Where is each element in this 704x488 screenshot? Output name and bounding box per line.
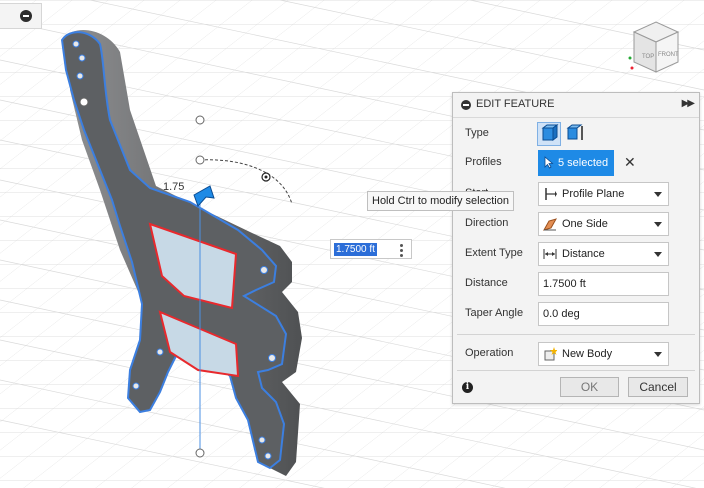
distance-icon — [543, 247, 557, 261]
distance-input[interactable]: 1.7500 ft — [538, 272, 669, 296]
chevron-down-icon — [654, 252, 662, 257]
row-type: Type — [453, 121, 699, 147]
direction-value: One Side — [562, 218, 608, 230]
row-distance: Distance 1.7500 ft — [453, 271, 699, 297]
dialog-header[interactable]: EDIT FEATURE ▶▶ — [453, 93, 699, 118]
ok-button[interactable]: OK — [560, 377, 619, 397]
row-taper-angle: Taper Angle 0.0 deg — [453, 301, 699, 327]
distance-label: Distance — [465, 277, 508, 289]
edit-feature-dialog: EDIT FEATURE ▶▶ Type Profiles 5 selected… — [452, 92, 700, 404]
chevron-down-icon — [654, 192, 662, 197]
profile-plane-icon — [543, 187, 557, 201]
new-body-icon — [543, 347, 558, 361]
viewcube-top-label: TOP — [642, 54, 654, 60]
profiles-count: 5 selected — [558, 157, 609, 169]
viewcube[interactable]: TOP FRONT — [622, 18, 692, 80]
direction-label: Direction — [465, 217, 509, 229]
start-dropdown[interactable]: Profile Plane — [538, 182, 669, 206]
divider — [457, 370, 695, 371]
extent-type-value: Distance — [562, 248, 605, 260]
expand-dialog-icon[interactable]: ▶▶ — [682, 98, 695, 109]
dialog-title: EDIT FEATURE — [476, 98, 555, 110]
clear-selection-icon[interactable]: ✕ — [624, 154, 636, 171]
cursor-icon — [544, 156, 554, 172]
row-profiles: Profiles 5 selected ✕ — [453, 150, 699, 176]
browser-panel-tab[interactable] — [0, 3, 42, 29]
dimension-label: 1.75 — [163, 181, 185, 193]
collapse-icon[interactable] — [20, 10, 32, 22]
extent-type-dropdown[interactable]: Distance — [538, 242, 669, 266]
row-extent-type: Extent Type Distance — [453, 241, 699, 267]
extrude-solid-icon[interactable] — [537, 122, 561, 146]
profiles-label: Profiles — [465, 156, 502, 168]
taper-angle-input[interactable]: 0.0 deg — [538, 302, 669, 326]
type-label: Type — [465, 127, 489, 139]
extrude-thin-icon[interactable] — [564, 122, 588, 146]
row-operation: Operation New Body — [453, 341, 699, 367]
start-value: Profile Plane — [562, 188, 625, 200]
one-side-icon — [542, 217, 558, 231]
cancel-button[interactable]: Cancel — [628, 377, 688, 397]
collapse-dialog-icon[interactable] — [461, 100, 471, 110]
row-direction: Direction One Side — [453, 211, 699, 237]
divider — [457, 334, 695, 335]
direction-dropdown[interactable]: One Side — [538, 212, 669, 236]
extent-type-label: Extent Type — [465, 247, 523, 259]
profiles-select-button[interactable]: 5 selected — [538, 150, 614, 176]
info-icon[interactable]: i — [462, 382, 473, 393]
viewcube-front-label: FRONT — [658, 52, 679, 58]
distance-dimension-value[interactable]: 1.7500 ft — [334, 243, 377, 256]
more-options-icon[interactable] — [393, 242, 409, 258]
chevron-down-icon — [654, 352, 662, 357]
chevron-down-icon — [654, 222, 662, 227]
operation-label: Operation — [465, 347, 514, 359]
operation-dropdown[interactable]: New Body — [538, 342, 669, 366]
operation-value: New Body — [562, 348, 613, 360]
taper-angle-label: Taper Angle — [465, 307, 524, 319]
selection-tooltip: Hold Ctrl to modify selection — [367, 191, 514, 211]
